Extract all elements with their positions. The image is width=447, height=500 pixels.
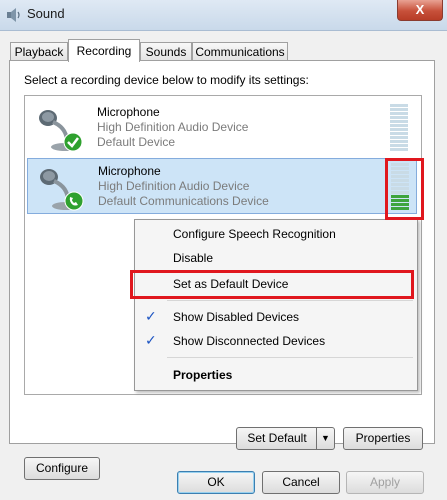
level-segment	[390, 136, 408, 139]
device-status: Default Device	[97, 135, 176, 149]
set-default-label: Set Default	[247, 431, 307, 445]
title-bar: Sound X	[0, 0, 447, 31]
level-segment	[390, 128, 408, 131]
close-icon: X	[415, 2, 425, 17]
menu-item-disable[interactable]: Disable	[173, 251, 213, 265]
level-segment	[390, 104, 408, 107]
level-segment	[390, 148, 408, 151]
menu-item-show-disconnected[interactable]: Show Disconnected Devices	[173, 334, 325, 348]
set-default-button[interactable]: Set Default ▼	[236, 427, 335, 450]
tab-playback[interactable]: Playback	[10, 42, 68, 61]
device-name: Microphone	[98, 164, 161, 178]
tab-recording[interactable]: Recording	[68, 39, 140, 62]
level-segment	[390, 116, 408, 119]
menu-separator	[167, 300, 413, 301]
level-segment	[390, 140, 408, 143]
device-driver: High Definition Audio Device	[97, 120, 249, 134]
highlight-box-level-meter	[385, 158, 424, 220]
device-status: Default Communications Device	[98, 194, 269, 208]
context-menu: Configure Speech Recognition Disable Set…	[134, 219, 418, 391]
menu-item-properties[interactable]: Properties	[173, 368, 232, 382]
level-segment	[390, 144, 408, 147]
level-segment	[390, 108, 408, 111]
device-name: Microphone	[97, 105, 160, 119]
menu-separator	[167, 357, 413, 358]
ok-button[interactable]: OK	[177, 471, 255, 494]
device-item-default[interactable]: Microphone High Definition Audio Device …	[27, 100, 417, 156]
level-segment	[390, 120, 408, 123]
device-item-communications[interactable]: Microphone High Definition Audio Device …	[27, 158, 417, 214]
menu-item-configure-speech[interactable]: Configure Speech Recognition	[173, 227, 336, 241]
chevron-down-icon[interactable]: ▼	[316, 428, 334, 449]
tab-communications[interactable]: Communications	[192, 42, 288, 61]
apply-button[interactable]: Apply	[346, 471, 424, 494]
level-segment	[390, 112, 408, 115]
device-driver: High Definition Audio Device	[98, 179, 250, 193]
highlight-box-set-default	[130, 270, 414, 299]
menu-item-show-disabled[interactable]: Show Disabled Devices	[173, 310, 299, 324]
phone-icon	[64, 191, 84, 211]
level-segment	[390, 124, 408, 127]
properties-button[interactable]: Properties	[343, 427, 423, 450]
speaker-icon	[7, 8, 20, 22]
level-segment	[390, 132, 408, 135]
check-icon: ✓	[145, 308, 157, 324]
close-button[interactable]: X	[397, 0, 443, 21]
tab-sounds[interactable]: Sounds	[140, 42, 192, 61]
check-icon: ✓	[145, 332, 157, 348]
instruction-text: Select a recording device below to modif…	[24, 73, 309, 87]
level-meter	[390, 104, 408, 152]
configure-button[interactable]: Configure	[24, 457, 100, 480]
cancel-button[interactable]: Cancel	[262, 471, 340, 494]
default-check-icon	[63, 132, 83, 152]
window-title: Sound	[27, 6, 65, 21]
